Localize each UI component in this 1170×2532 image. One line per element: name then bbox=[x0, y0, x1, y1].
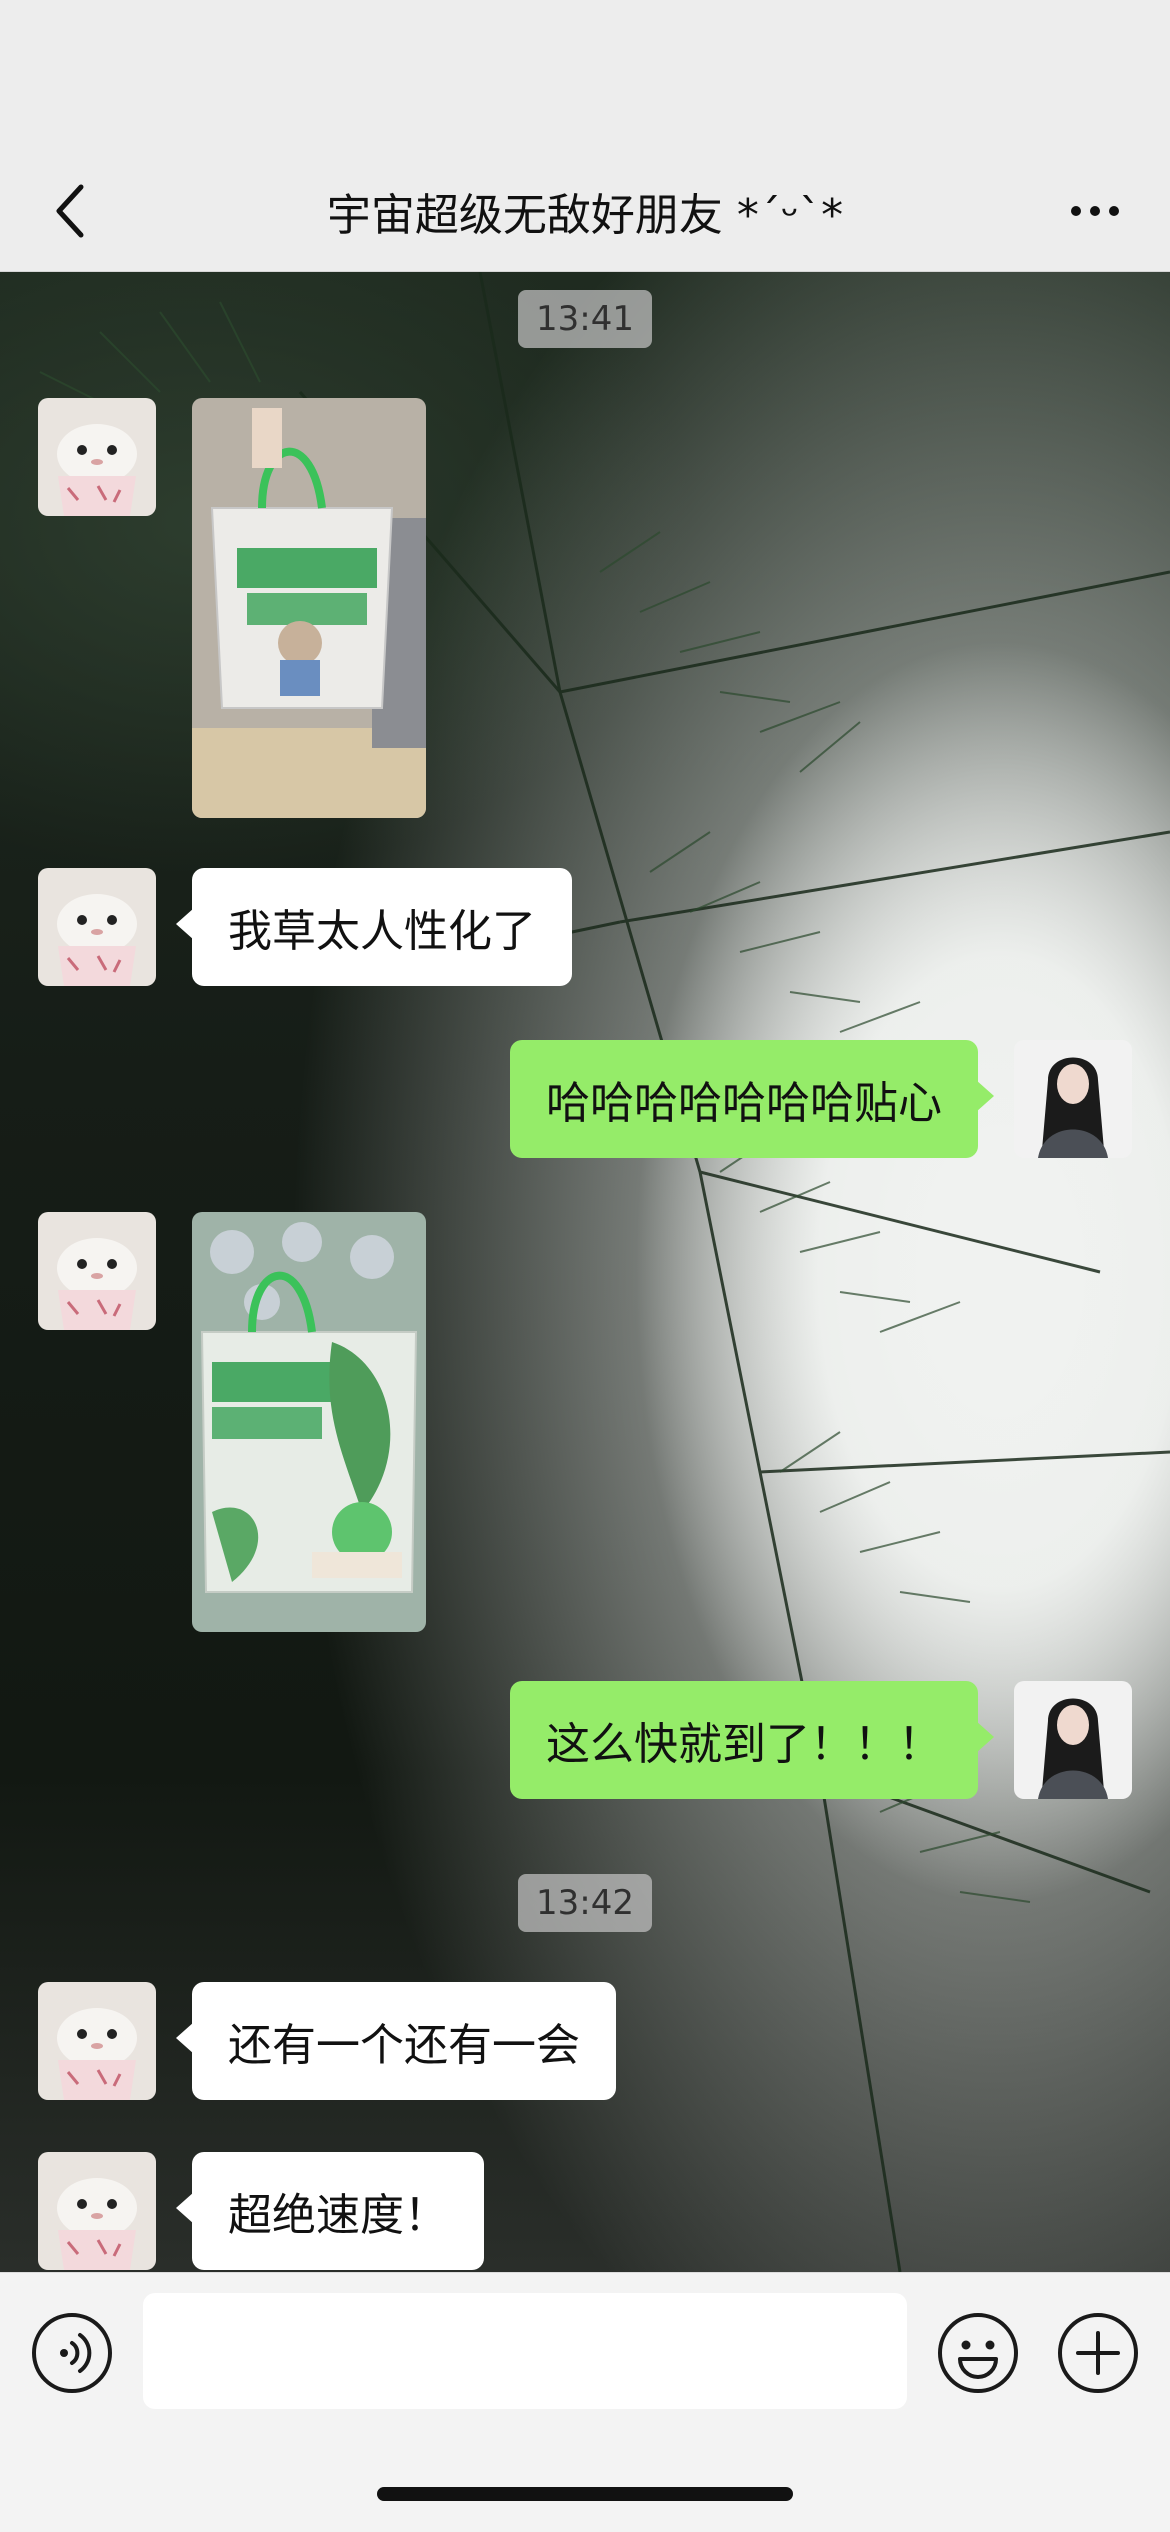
text-message-sent[interactable]: 这么快就到了！！！ bbox=[510, 1681, 994, 1799]
chat-area[interactable]: 13:41 我草太人性化了 哈哈哈哈哈哈哈贴心 这么快就到了！！！ 13:42 … bbox=[0, 272, 1170, 2272]
cat-cup-avatar-image bbox=[38, 1982, 156, 2100]
home-indicator[interactable] bbox=[377, 2487, 793, 2501]
friend-avatar[interactable] bbox=[38, 1982, 156, 2100]
tote-bag-photo bbox=[192, 1212, 426, 1632]
chat-title: 宇宙超级无敌好朋友 *ˊᵕˋ* bbox=[326, 190, 844, 241]
cat-cup-avatar-image bbox=[38, 868, 156, 986]
cat-cup-avatar-image bbox=[38, 398, 156, 516]
text-message-received[interactable]: 还有一个还有一会 bbox=[176, 1982, 616, 2100]
more-functions-button[interactable] bbox=[1056, 2311, 1140, 2395]
self-avatar[interactable] bbox=[1014, 1040, 1132, 1158]
friend-avatar[interactable] bbox=[38, 398, 156, 516]
more-dot bbox=[1090, 206, 1100, 216]
chat-background-image bbox=[0, 272, 1170, 2272]
text-message-received[interactable]: 我草太人性化了 bbox=[176, 868, 572, 986]
more-button[interactable] bbox=[1050, 178, 1140, 244]
girl-portrait-avatar-image bbox=[1014, 1040, 1132, 1158]
timestamp: 13:42 bbox=[518, 1874, 652, 1932]
more-dots-icon bbox=[1071, 206, 1081, 216]
nav-bar: 宇宙超级无敌好朋友 *ˊᵕˋ* bbox=[0, 150, 1170, 272]
status-bar bbox=[0, 0, 1170, 150]
more-dot bbox=[1109, 206, 1119, 216]
image-message[interactable] bbox=[192, 1212, 426, 1632]
chevron-left-icon bbox=[56, 184, 84, 238]
voice-button[interactable] bbox=[30, 2311, 114, 2395]
cat-cup-avatar-image bbox=[38, 1212, 156, 1330]
emoji-icon bbox=[938, 2313, 1018, 2393]
message-input[interactable] bbox=[143, 2293, 907, 2409]
friend-avatar[interactable] bbox=[38, 1212, 156, 1330]
image-message[interactable] bbox=[192, 398, 426, 818]
friend-avatar[interactable] bbox=[38, 868, 156, 986]
girl-portrait-avatar-image bbox=[1014, 1681, 1132, 1799]
friend-avatar[interactable] bbox=[38, 2152, 156, 2270]
back-button[interactable] bbox=[40, 178, 100, 244]
text-message-received[interactable]: 超绝速度！ bbox=[176, 2152, 484, 2270]
emoji-button[interactable] bbox=[936, 2311, 1020, 2395]
voice-icon bbox=[32, 2313, 112, 2393]
cat-cup-avatar-image bbox=[38, 2152, 156, 2270]
text-message-sent[interactable]: 哈哈哈哈哈哈哈贴心 bbox=[510, 1040, 994, 1158]
plus-icon bbox=[1058, 2313, 1138, 2393]
tote-bag-photo bbox=[192, 398, 426, 818]
self-avatar[interactable] bbox=[1014, 1681, 1132, 1799]
timestamp: 13:41 bbox=[518, 290, 652, 348]
